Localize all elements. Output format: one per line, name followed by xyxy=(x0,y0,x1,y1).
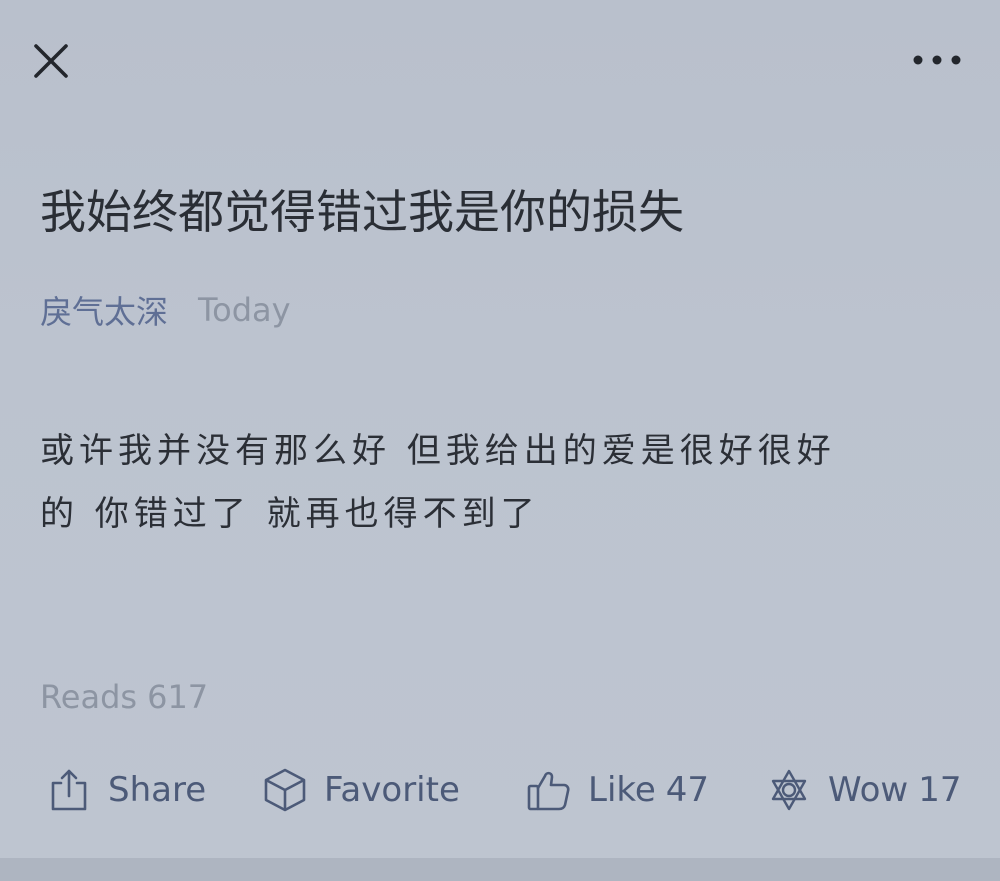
star-badge-icon xyxy=(766,767,812,813)
like-count: 47 xyxy=(665,770,710,810)
close-icon xyxy=(34,44,68,78)
like-label: Like xyxy=(588,770,656,810)
post-body-line: 的 你错过了 就再也得不到了 xyxy=(40,494,540,534)
reads-counter: Reads 617 xyxy=(40,674,208,720)
wow-label: Wow xyxy=(828,770,909,810)
post-title: 我始终都觉得错过我是你的损失 xyxy=(40,185,684,239)
post-meta: 戾气太深 Today xyxy=(40,288,291,332)
author-link[interactable]: 戾气太深 xyxy=(40,287,168,333)
more-options-button[interactable] xyxy=(905,38,969,82)
cube-icon xyxy=(262,767,308,813)
wow-count: 17 xyxy=(918,770,962,810)
share-label: Share xyxy=(108,770,207,810)
post-card: 我始终都觉得错过我是你的损失 戾气太深 Today 或许我并没有那么好 但我给出… xyxy=(0,0,1000,858)
post-body: 或许我并没有那么好 但我给出的爱是很好很好 的 你错过了 就再也得不到了 xyxy=(40,420,965,546)
reads-count: 617 xyxy=(147,678,209,716)
post-body-line: 或许我并没有那么好 但我给出的爱是很好很好 xyxy=(40,431,836,471)
wow-button[interactable]: Wow 17 xyxy=(766,758,962,822)
action-bar: Share Favorite Like 47 Wow 17 xyxy=(0,758,1000,822)
thumbs-up-icon xyxy=(526,767,572,813)
more-horizontal-icon xyxy=(913,55,961,65)
share-button[interactable]: Share xyxy=(46,758,206,822)
close-button[interactable] xyxy=(26,36,76,86)
reads-label: Reads xyxy=(40,678,138,716)
favorite-label: Favorite xyxy=(324,770,460,810)
favorite-button[interactable]: Favorite xyxy=(262,758,460,822)
post-date: Today xyxy=(198,291,291,329)
bottom-divider xyxy=(0,858,1000,881)
share-icon xyxy=(46,767,92,813)
like-button[interactable]: Like 47 xyxy=(526,758,709,822)
